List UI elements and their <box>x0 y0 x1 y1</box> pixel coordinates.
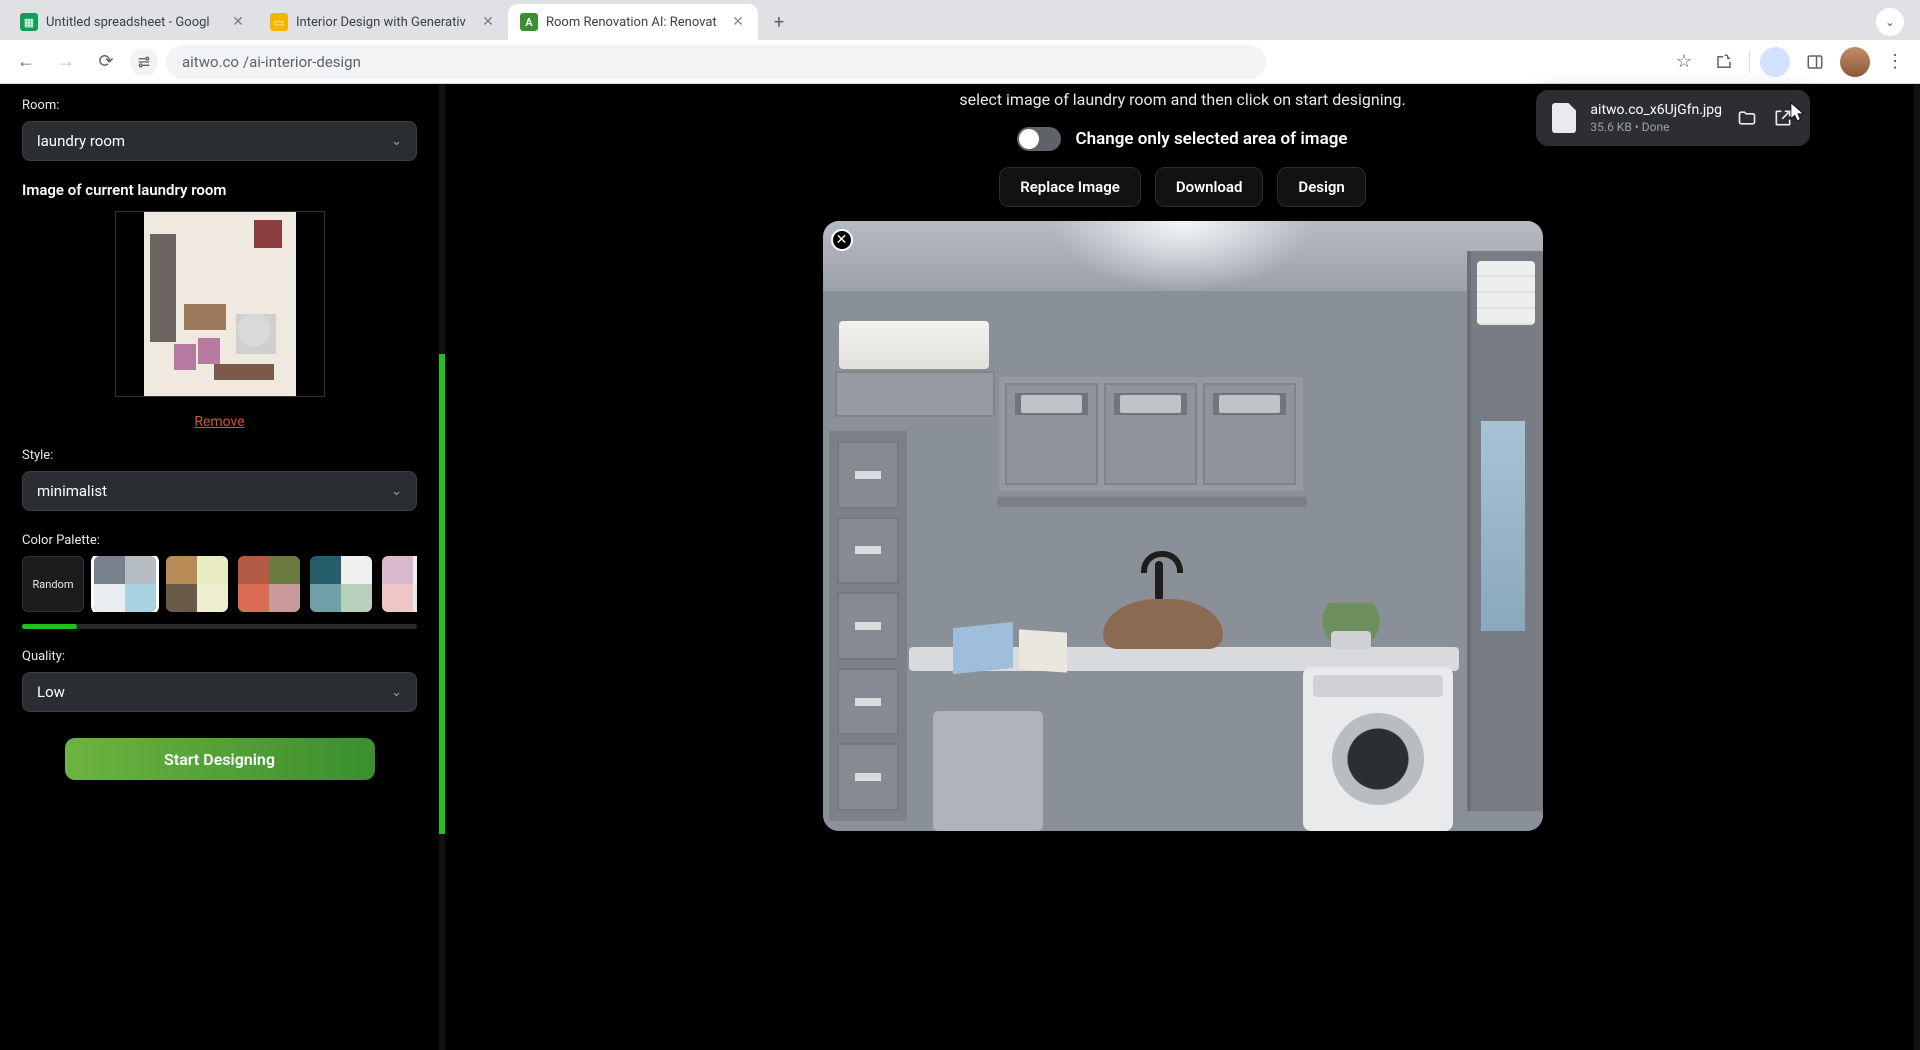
toggle-label: Change only selected area of image <box>1075 129 1347 149</box>
random-label: Random <box>33 578 74 591</box>
tabs-menu-button[interactable]: ⌄ <box>1876 8 1904 36</box>
room-value: laundry room <box>37 132 125 150</box>
palette-swatch-3[interactable] <box>238 556 300 612</box>
url-path: /ai-interior-design <box>243 53 361 71</box>
extensions-icon[interactable] <box>1709 47 1739 77</box>
design-button[interactable]: Design <box>1277 167 1365 207</box>
file-icon <box>1552 103 1576 133</box>
quality-label: Quality: <box>22 649 417 664</box>
palette-swatch-4[interactable] <box>310 556 372 612</box>
download-toast: aitwo.co_x6UjGfn.jpg 35.6 KB • Done <box>1536 90 1810 146</box>
download-button[interactable]: Download <box>1155 167 1264 207</box>
palette-swatch-2[interactable] <box>166 556 228 612</box>
chevron-down-icon: ⌄ <box>391 134 402 149</box>
download-meta: 35.6 KB • Done <box>1590 120 1722 134</box>
kebab-menu-icon[interactable]: ⋮ <box>1880 47 1910 77</box>
tab-strip: ▦ Untitled spreadsheet - Googl ✕ ▭ Inter… <box>0 0 1920 40</box>
chevron-down-icon: ⌄ <box>391 484 402 499</box>
tab-aitwo[interactable]: A Room Renovation AI: Renovat ✕ <box>508 4 758 40</box>
tab-title: Interior Design with Generativ <box>296 15 472 30</box>
selected-area-toggle[interactable] <box>1017 127 1061 151</box>
open-download-icon[interactable] <box>1772 107 1794 129</box>
account-avatar-icon[interactable] <box>1840 47 1870 77</box>
uploaded-image-thumbnail[interactable] <box>115 211 325 397</box>
style-value: minimalist <box>37 482 107 500</box>
result-image: ✕ <box>823 221 1543 831</box>
replace-image-button[interactable]: Replace Image <box>999 167 1141 207</box>
palette-random[interactable]: Random <box>22 556 84 612</box>
download-label: Download <box>1176 178 1243 196</box>
controls-sidebar: Room: laundry room ⌄ Image of current la… <box>0 84 445 1050</box>
start-designing-button[interactable]: Start Designing <box>65 738 375 780</box>
url-host: aitwo.co <box>182 53 239 71</box>
profile-avatar-icon[interactable] <box>1760 47 1790 77</box>
toolbar-divider <box>1749 51 1750 73</box>
tab-title: Room Renovation AI: Renovat <box>546 15 722 30</box>
main-panel: select image of laundry room and then cl… <box>445 84 1920 1050</box>
style-select[interactable]: minimalist ⌄ <box>22 471 417 511</box>
close-icon[interactable]: ✕ <box>230 14 246 30</box>
address-bar[interactable]: aitwo.co/ai-interior-design <box>166 45 1266 79</box>
room-label: Room: <box>22 98 417 113</box>
sidepanel-icon[interactable] <box>1800 47 1830 77</box>
room-select[interactable]: laundry room ⌄ <box>22 121 417 161</box>
remove-image-link[interactable]: Remove <box>194 414 244 430</box>
palette-label: Color Palette: <box>22 533 417 548</box>
site-settings-icon[interactable] <box>130 48 158 76</box>
main-scrollbar-track <box>1914 84 1920 1050</box>
quality-value: Low <box>37 683 65 701</box>
close-result-icon[interactable]: ✕ <box>831 229 853 251</box>
close-icon[interactable]: ✕ <box>730 14 746 30</box>
palette-row: Random <box>22 556 417 612</box>
tab-title: Untitled spreadsheet - Googl <box>46 15 222 30</box>
chevron-down-icon: ⌄ <box>391 685 402 700</box>
browser-toolbar: ← → ⟳ aitwo.co/ai-interior-design ☆ ⋮ <box>0 40 1920 84</box>
sheets-favicon-icon: ▦ <box>20 13 38 31</box>
quality-select[interactable]: Low ⌄ <box>22 672 417 712</box>
palette-swatch-1[interactable] <box>94 556 156 612</box>
replace-label: Replace Image <box>1020 178 1120 196</box>
slides-favicon-icon: ▭ <box>270 13 288 31</box>
bookmark-icon[interactable]: ☆ <box>1669 47 1699 77</box>
tab-slides[interactable]: ▭ Interior Design with Generativ ✕ <box>258 4 508 40</box>
download-filename: aitwo.co_x6UjGfn.jpg <box>1590 102 1722 118</box>
palette-swatch-5[interactable] <box>382 556 417 612</box>
back-button[interactable]: ← <box>10 46 42 78</box>
close-icon[interactable]: ✕ <box>480 14 496 30</box>
aitwo-favicon-icon: A <box>520 13 538 31</box>
new-tab-button[interactable]: + <box>764 7 794 37</box>
start-label: Start Designing <box>164 750 275 769</box>
tab-spreadsheet[interactable]: ▦ Untitled spreadsheet - Googl ✕ <box>8 4 258 40</box>
design-label: Design <box>1298 178 1344 196</box>
show-in-folder-icon[interactable] <box>1736 107 1758 129</box>
forward-button[interactable]: → <box>50 46 82 78</box>
palette-scrollbar[interactable] <box>22 624 417 629</box>
reload-button[interactable]: ⟳ <box>90 46 122 78</box>
image-heading: Image of current laundry room <box>22 181 417 199</box>
style-label: Style: <box>22 448 417 463</box>
